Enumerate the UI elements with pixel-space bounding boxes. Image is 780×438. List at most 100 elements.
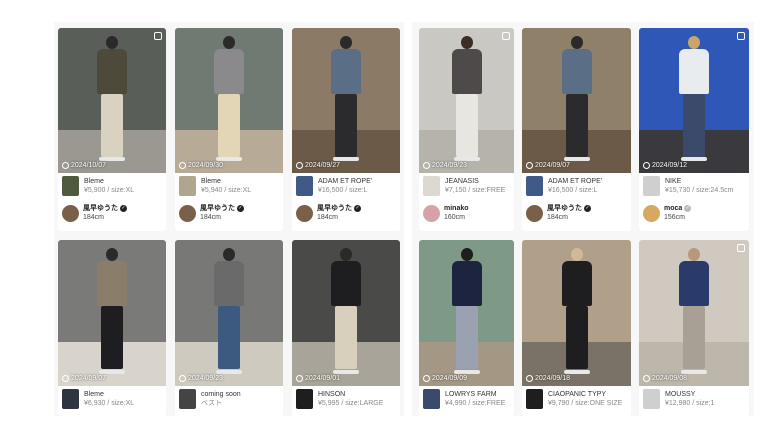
item-thumbnail[interactable] <box>643 389 660 409</box>
author[interactable]: moca ✓ 156cm <box>643 204 692 222</box>
item-price-size: ¥5,995 / size:LARGE <box>318 400 384 407</box>
avatar[interactable] <box>179 204 196 222</box>
outfit-card[interactable]: 2024/09/07 Bleme ¥6,930 / size:XL <box>58 240 166 416</box>
model-figure <box>672 36 716 161</box>
tagged-item[interactable]: JEANASIS ¥7,150 / size:FREE <box>423 176 505 196</box>
item-price-size: ¥5,900 / size:XL <box>84 187 135 194</box>
outfit-card[interactable]: 2024/09/07 ADAM ET ROPE' ¥16,500 / size:L 風… <box>522 28 631 231</box>
tagged-item[interactable]: coming soon ベスト <box>179 389 241 409</box>
post-date: 2024/09/23 <box>423 162 467 169</box>
multiple-images-icon <box>502 32 510 40</box>
item-thumbnail[interactable] <box>62 389 79 409</box>
avatar[interactable] <box>643 204 660 222</box>
author[interactable]: 風早ゆうた ✓ 184cm <box>62 204 127 222</box>
author-name[interactable]: 風早ゆうた <box>83 204 118 213</box>
item-thumbnail[interactable] <box>62 176 79 196</box>
outfit-card[interactable]: 2024/09/08 MOUSSY ¥12,980 / size:1 <box>639 240 749 416</box>
outfit-card[interactable]: 2024/09/23 coming soon ベスト <box>175 240 283 416</box>
tagged-item[interactable]: Bleme ¥6,930 / size:XL <box>62 389 134 409</box>
post-date-text: 2024/10/07 <box>71 162 107 169</box>
tagged-item[interactable]: Bleme ¥5,940 / size:XL <box>179 176 251 196</box>
item-price-size: ¥6,930 / size:XL <box>84 400 135 407</box>
author-name[interactable]: 風早ゆうた <box>317 204 352 213</box>
tagged-item[interactable]: CIAOPANIC TYPY ¥9,790 / size:ONE SIZE <box>526 389 622 409</box>
outfit-card[interactable]: 2024/09/30 Bleme ¥5,940 / size:XL 風早ゆうた ✓ 184… <box>175 28 283 231</box>
author[interactable]: 風早ゆうた ✓ 184cm <box>179 204 244 222</box>
item-thumbnail[interactable] <box>526 389 543 409</box>
outfit-card[interactable]: 2024/09/18 CIAOPANIC TYPY ¥9,790 / size:ON… <box>522 240 631 416</box>
author-name[interactable]: 風早ゆうた <box>200 204 235 213</box>
avatar[interactable] <box>62 204 79 222</box>
author-name[interactable]: moca <box>664 204 682 213</box>
tagged-item[interactable]: MOUSSY ¥12,980 / size:1 <box>643 389 714 409</box>
model-figure <box>324 36 368 161</box>
item-brand: LOWRYS FARM <box>445 391 497 398</box>
author-name[interactable]: minako <box>444 204 469 213</box>
model-figure <box>445 248 489 374</box>
post-date-text: 2024/09/07 <box>71 375 107 382</box>
item-brand: ADAM ET ROPE' <box>548 178 603 185</box>
tagged-item[interactable]: NIKE ¥15,730 / size:24.5cm <box>643 176 734 196</box>
outfit-card[interactable]: 2024/10/07 Bleme ¥5,900 / size:XL 風早ゆうた ✓ 184… <box>58 28 166 231</box>
outfit-photo[interactable]: 2024/09/07 <box>522 28 631 173</box>
item-thumbnail[interactable] <box>423 176 440 196</box>
post-date-text: 2024/09/30 <box>188 162 224 169</box>
item-thumbnail[interactable] <box>643 176 660 196</box>
outfit-photo[interactable]: 2024/10/07 <box>58 28 166 173</box>
post-date-text: 2024/09/23 <box>188 375 224 382</box>
outfit-card[interactable]: 2024/09/12 NIKE ¥15,730 / size:24.5cm moca ✓… <box>639 28 749 231</box>
post-date: 2024/09/01 <box>296 375 340 382</box>
outfit-photo[interactable]: 2024/09/18 <box>522 240 631 386</box>
author-name[interactable]: 風早ゆうた <box>547 204 582 213</box>
tagged-item[interactable]: Bleme ¥5,900 / size:XL <box>62 176 134 196</box>
model-figure <box>555 248 599 374</box>
item-thumbnail[interactable] <box>423 389 440 409</box>
outfit-card[interactable]: 2024/09/09 LOWRYS FARM ¥4,990 / size:FREE <box>419 240 514 416</box>
tagged-item[interactable]: HINSON ¥5,995 / size:LARGE <box>296 389 383 409</box>
outfit-photo[interactable]: 2024/09/30 <box>175 28 283 173</box>
outfit-photo[interactable]: 2024/09/27 <box>292 28 400 173</box>
verified-icon: ✓ <box>237 205 244 212</box>
post-date-text: 2024/09/08 <box>652 375 688 382</box>
outfit-photo[interactable]: 2024/09/12 <box>639 28 749 173</box>
tagged-item[interactable]: LOWRYS FARM ¥4,990 / size:FREE <box>423 389 505 409</box>
outfit-photo[interactable]: 2024/09/09 <box>419 240 514 386</box>
clock-icon <box>296 162 303 169</box>
outfit-card[interactable]: 2024/09/01 HINSON ¥5,995 / size:LARGE <box>292 240 400 416</box>
outfit-photo[interactable]: 2024/09/23 <box>419 28 514 173</box>
item-thumbnail[interactable] <box>526 176 543 196</box>
outfit-photo[interactable]: 2024/09/23 <box>175 240 283 386</box>
model-figure <box>445 36 489 161</box>
item-brand: MOUSSY <box>665 391 696 398</box>
post-date-text: 2024/09/01 <box>305 375 341 382</box>
item-price-size: ¥4,990 / size:FREE <box>445 400 506 407</box>
tagged-item[interactable]: ADAM ET ROPE' ¥16,500 / size:L <box>296 176 372 196</box>
clock-icon <box>62 162 69 169</box>
avatar[interactable] <box>423 204 440 222</box>
outfit-photo[interactable]: 2024/09/01 <box>292 240 400 386</box>
tagged-item[interactable]: ADAM ET ROPE' ¥16,500 / size:L <box>526 176 602 196</box>
item-thumbnail[interactable] <box>179 389 196 409</box>
item-price-size: ベスト <box>201 400 223 407</box>
item-thumbnail[interactable] <box>296 176 313 196</box>
avatar[interactable] <box>526 204 543 222</box>
outfit-photo[interactable]: 2024/09/07 <box>58 240 166 386</box>
post-date: 2024/09/09 <box>423 375 467 382</box>
author[interactable]: minako 160cm <box>423 204 469 222</box>
avatar[interactable] <box>296 204 313 222</box>
clock-icon <box>423 375 430 382</box>
item-price-size: ¥16,500 / size:L <box>318 187 368 194</box>
post-date: 2024/09/27 <box>296 162 340 169</box>
multiple-images-icon <box>154 32 162 40</box>
clock-icon <box>296 375 303 382</box>
item-thumbnail[interactable] <box>179 176 196 196</box>
outfit-card[interactable]: 2024/09/27 ADAM ET ROPE' ¥16,500 / size:L 風… <box>292 28 400 231</box>
author[interactable]: 風早ゆうた ✓ 184cm <box>296 204 361 222</box>
item-brand: JEANASIS <box>445 178 479 185</box>
item-brand: ADAM ET ROPE' <box>318 178 373 185</box>
item-thumbnail[interactable] <box>296 389 313 409</box>
author[interactable]: 風早ゆうた ✓ 184cm <box>526 204 591 222</box>
post-date: 2024/09/23 <box>179 375 223 382</box>
outfit-photo[interactable]: 2024/09/08 <box>639 240 749 386</box>
outfit-card[interactable]: 2024/09/23 JEANASIS ¥7,150 / size:FREE mina… <box>419 28 514 231</box>
